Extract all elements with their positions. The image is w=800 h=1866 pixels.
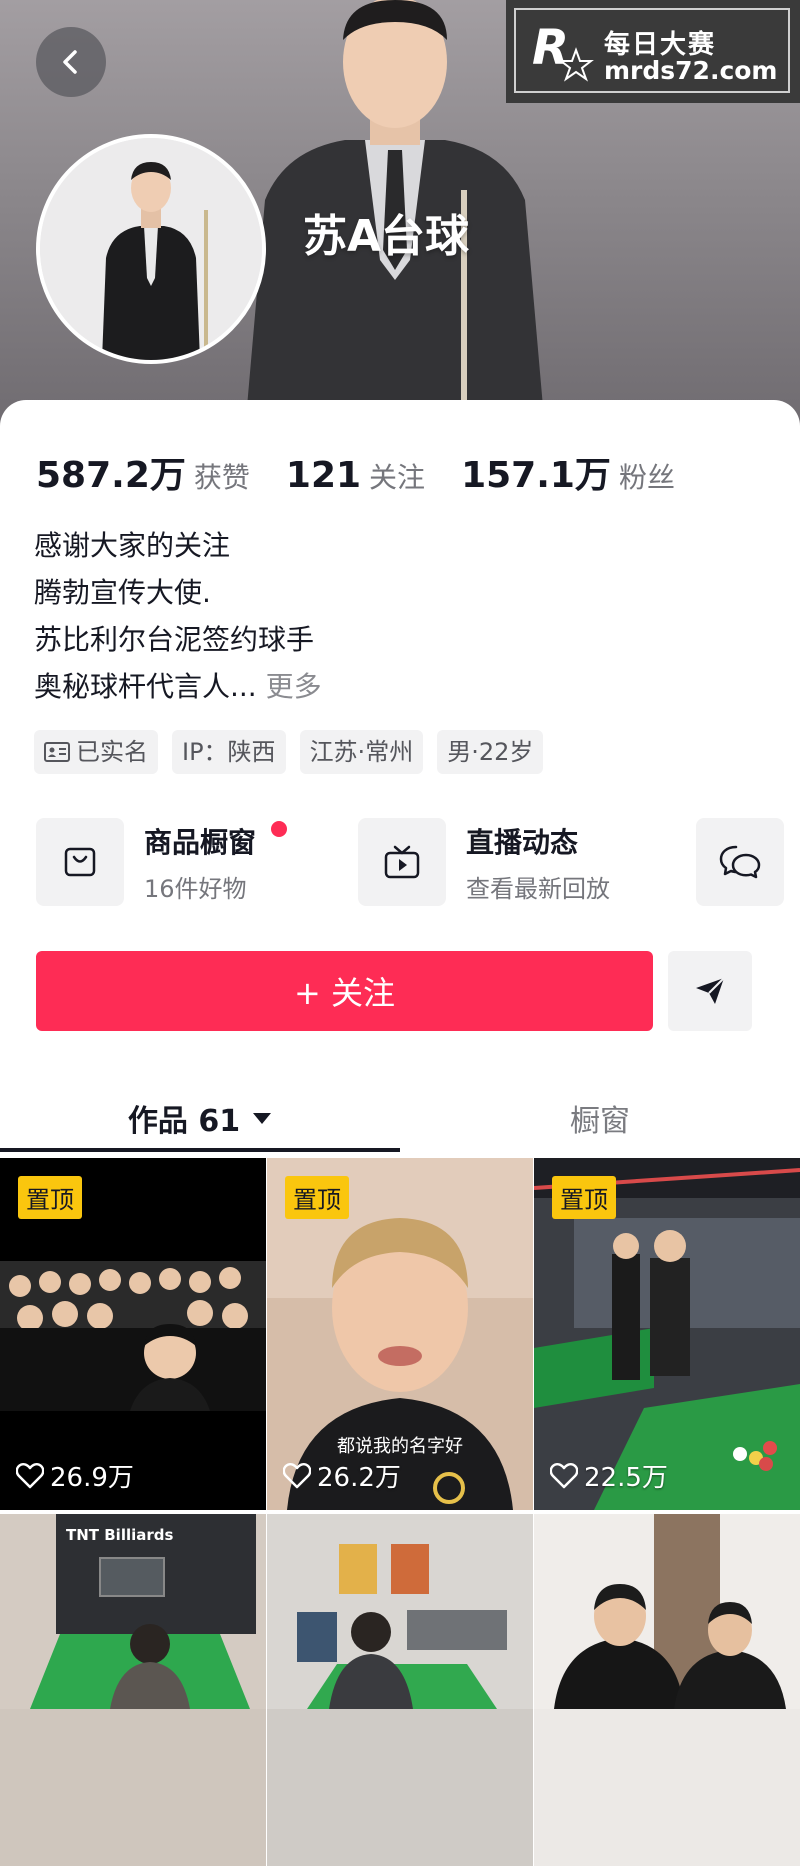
verified-tag[interactable]: 已实名: [34, 730, 158, 774]
shopping-bag-icon: [64, 847, 96, 877]
followers-count[interactable]: 157.1万: [461, 446, 611, 498]
video-thumbnail[interactable]: 置顶 26.9万: [0, 1158, 266, 1510]
svg-text:R: R: [532, 20, 569, 76]
caret-down-icon: [253, 1113, 272, 1124]
bio-line: 奥秘球杆代言人...: [34, 670, 257, 703]
video-like-count: 26.2万: [283, 1457, 401, 1494]
avatar[interactable]: [36, 134, 266, 364]
pinned-badge: 置顶: [552, 1176, 616, 1219]
content-tabs: 作品 61 橱窗: [0, 1082, 800, 1154]
bio-line: 腾勃宣传大使.: [34, 576, 211, 609]
video-caption: 都说我的名字好: [337, 1436, 463, 1457]
followers-label[interactable]: 粉丝: [619, 456, 675, 496]
profile-header: R 每日大赛 mrds72.com 苏A台球: [0, 0, 800, 430]
id-card-icon: [44, 742, 70, 762]
follow-button-label: + 关注: [294, 974, 395, 1012]
billiards-sign-text: TNT Billiards: [66, 1526, 173, 1544]
tv-play-icon: [384, 845, 420, 879]
tab-works[interactable]: 作品 61: [0, 1082, 400, 1154]
send-icon: [696, 977, 725, 1004]
watermark-logo: R 每日大赛 mrds72.com: [506, 0, 800, 103]
tab-works-label: 作品 61: [127, 1104, 241, 1139]
video-thumbnail-image: [267, 1514, 533, 1709]
watermark-r-star-icon: R: [532, 20, 594, 82]
chat-icon-box: [696, 818, 784, 906]
heart-icon: [283, 1462, 311, 1488]
video-like-count: 26.9万: [16, 1457, 134, 1494]
video-thumbnail[interactable]: 置顶 22.5万: [534, 1158, 800, 1510]
chevron-left-icon: [63, 50, 77, 74]
video-like-count: 22.5万: [550, 1457, 668, 1494]
video-thumbnail[interactable]: [534, 1514, 800, 1866]
video-thumbnail-image: TNT Billiards: [0, 1514, 266, 1709]
following-label[interactable]: 关注: [369, 456, 425, 496]
pinned-badge: 置顶: [285, 1176, 349, 1219]
like-count-text: 22.5万: [584, 1463, 668, 1493]
tag-label: 已实名: [76, 738, 148, 766]
video-thumbnail[interactable]: TNT Billiards: [0, 1514, 266, 1866]
video-thumbnail[interactable]: [267, 1514, 533, 1866]
tab-shop-window[interactable]: 橱窗: [400, 1082, 800, 1154]
gender-age-tag: 男·22岁: [437, 730, 544, 774]
shop-window-title: 商品橱窗: [144, 825, 257, 859]
like-count-text: 26.9万: [50, 1463, 134, 1493]
shop-window-subtitle: 16件好物: [144, 874, 247, 903]
like-count-text: 26.2万: [317, 1463, 401, 1493]
heart-icon: [16, 1462, 44, 1488]
profile-bio: 感谢大家的关注 腾勃宣传大使. 苏比利尔台泥签约球手 奥秘球杆代言人... 更多: [34, 522, 322, 710]
live-icon-box: [358, 818, 446, 906]
chat-bubbles-icon: [719, 845, 761, 879]
following-count[interactable]: 121: [286, 455, 361, 496]
notification-dot: [271, 821, 287, 837]
likes-label[interactable]: 获赞: [194, 456, 250, 496]
watermark-url: mrds72.com: [604, 56, 778, 85]
profile-stats: 587.2万 获赞 121 关注 157.1万 粉丝: [36, 446, 711, 498]
shop-icon-box: [36, 818, 124, 906]
bio-line: 感谢大家的关注: [34, 529, 231, 562]
group-chat-entry[interactable]: [696, 818, 784, 906]
live-updates-entry[interactable]: 直播动态 查看最新回放: [358, 818, 610, 906]
live-updates-title: 直播动态: [466, 825, 579, 859]
tag-label: 男·22岁: [447, 738, 534, 766]
tag-label: IP：陕西: [182, 738, 276, 766]
pinned-badge: 置顶: [18, 1176, 82, 1219]
follow-button[interactable]: + 关注: [36, 951, 653, 1031]
bio-line: 苏比利尔台泥签约球手: [34, 623, 315, 656]
avatar-photo: [40, 138, 262, 360]
live-updates-subtitle: 查看最新回放: [466, 874, 610, 903]
send-message-button[interactable]: [668, 951, 752, 1031]
bio-more-link[interactable]: 更多: [266, 670, 322, 703]
ip-location-tag: IP：陕西: [172, 730, 286, 774]
profile-tags: 已实名 IP：陕西 江苏·常州 男·22岁: [34, 730, 544, 774]
heart-icon: [550, 1462, 578, 1488]
back-button[interactable]: [36, 27, 106, 97]
video-thumbnail-image: [534, 1514, 800, 1709]
likes-count[interactable]: 587.2万: [36, 446, 186, 498]
tab-active-indicator: [0, 1148, 400, 1152]
tag-label: 江苏·常州: [309, 738, 414, 766]
city-tag[interactable]: 江苏·常州: [299, 730, 424, 774]
profile-nickname: 苏A台球: [303, 211, 470, 262]
video-thumbnail[interactable]: 置顶 都说我的名字好 26.2万: [267, 1158, 533, 1510]
tab-shop-window-label: 橱窗: [570, 1104, 630, 1139]
shop-window-entry[interactable]: 商品橱窗 16件好物: [36, 818, 256, 906]
